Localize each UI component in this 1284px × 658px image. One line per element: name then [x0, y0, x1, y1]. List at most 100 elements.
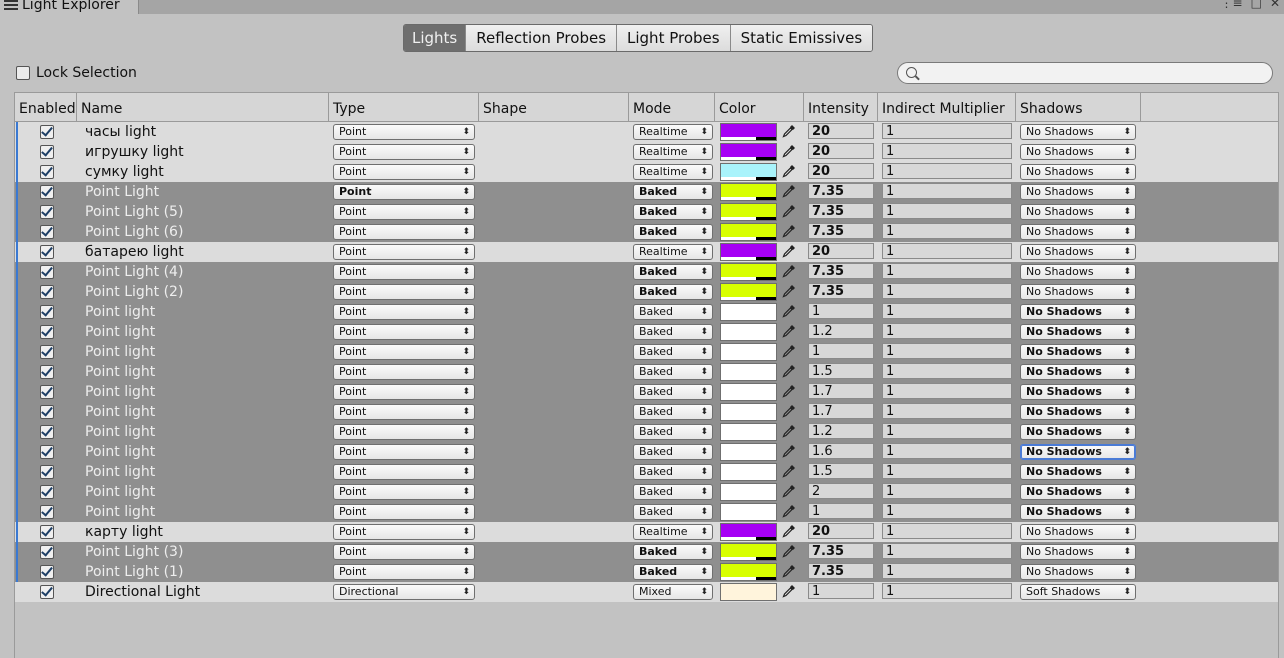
intensity-field[interactable]: 1.2 [808, 423, 874, 439]
color-swatch[interactable] [720, 503, 777, 521]
color-swatch[interactable] [720, 483, 777, 501]
table-row[interactable]: Point light Point Baked 1.7 1 No Shadows [15, 402, 1278, 422]
light-name[interactable]: Point light [85, 343, 155, 361]
table-row[interactable]: батарею light Point Realtime 20 1 No Shadows [15, 242, 1278, 262]
type-dropdown[interactable]: Point [333, 544, 475, 560]
search-input[interactable] [897, 62, 1273, 84]
color-swatch[interactable] [720, 203, 777, 221]
intensity-field[interactable]: 7.35 [808, 263, 874, 279]
eyedropper-icon[interactable] [781, 583, 797, 599]
mode-dropdown[interactable]: Mixed [633, 584, 713, 600]
table-row[interactable]: Point light Point Baked 11 No Shadows [15, 302, 1278, 322]
mode-dropdown[interactable]: Baked [633, 364, 713, 380]
shadows-dropdown[interactable]: No Shadows [1020, 264, 1136, 280]
mode-dropdown[interactable]: Baked [633, 464, 713, 480]
table-row[interactable]: Point light Point Baked 21 No Shadows [15, 482, 1278, 502]
table-row[interactable]: Point Light (1) Point Baked 7.35 1 No Shadows [15, 562, 1278, 582]
type-dropdown[interactable]: Point [333, 504, 475, 520]
table-row[interactable]: Point Light (3) Point Baked 7.35 1 No Shadows [15, 542, 1278, 562]
table-row[interactable]: Point Light (5) Point Baked 7.35 1 No Shadows [15, 202, 1278, 222]
shadows-dropdown[interactable]: No Shadows [1020, 444, 1136, 460]
type-dropdown[interactable]: Point [333, 124, 475, 140]
color-swatch[interactable] [720, 343, 777, 361]
shadows-dropdown[interactable]: No Shadows [1020, 524, 1136, 540]
column-shadows[interactable]: Shadows [1016, 93, 1141, 121]
light-name[interactable]: Point Light (1) [85, 563, 183, 581]
intensity-field[interactable]: 1.5 [808, 463, 874, 479]
indirect-multiplier-field[interactable]: 1 [882, 163, 1012, 179]
indirect-multiplier-field[interactable]: 1 [882, 143, 1012, 159]
eyedropper-icon[interactable] [781, 463, 797, 479]
light-name[interactable]: карту light [85, 523, 163, 541]
enabled-checkbox[interactable] [40, 445, 54, 459]
mode-dropdown[interactable]: Baked [633, 504, 713, 520]
type-dropdown[interactable]: Point [333, 384, 475, 400]
enabled-checkbox[interactable] [40, 565, 54, 579]
shadows-dropdown[interactable]: No Shadows [1020, 144, 1136, 160]
maximize-icon[interactable]: □ [1251, 0, 1262, 10]
color-swatch[interactable] [720, 403, 777, 421]
enabled-checkbox[interactable] [40, 185, 54, 199]
color-swatch[interactable] [720, 423, 777, 441]
color-swatch[interactable] [720, 463, 777, 481]
column-mode[interactable]: Mode [629, 93, 715, 121]
column-indirect-multiplier[interactable]: Indirect Multiplier [878, 93, 1016, 121]
shadows-dropdown[interactable]: No Shadows [1020, 504, 1136, 520]
light-name[interactable]: Point light [85, 383, 155, 401]
mode-dropdown[interactable]: Baked [633, 184, 713, 200]
enabled-checkbox[interactable] [40, 385, 54, 399]
intensity-field[interactable]: 7.35 [808, 223, 874, 239]
eyedropper-icon[interactable] [781, 503, 797, 519]
eyedropper-icon[interactable] [781, 323, 797, 339]
enabled-checkbox[interactable] [40, 245, 54, 259]
eyedropper-icon[interactable] [781, 423, 797, 439]
indirect-multiplier-field[interactable]: 1 [882, 323, 1012, 339]
intensity-field[interactable]: 1 [808, 503, 874, 519]
mode-dropdown[interactable]: Baked [633, 404, 713, 420]
intensity-field[interactable]: 7.35 [808, 183, 874, 199]
shadows-dropdown[interactable]: No Shadows [1020, 284, 1136, 300]
shadows-dropdown[interactable]: No Shadows [1020, 464, 1136, 480]
column-color[interactable]: Color [715, 93, 804, 121]
table-row[interactable]: Point Light Point Baked 7.35 1 No Shadows [15, 182, 1278, 202]
indirect-multiplier-field[interactable]: 1 [882, 183, 1012, 199]
table-row[interactable]: часы light Point Realtime 20 1 No Shadows [15, 122, 1278, 142]
mode-dropdown[interactable]: Realtime [633, 524, 713, 540]
light-name[interactable]: Point light [85, 363, 155, 381]
color-swatch[interactable] [720, 263, 777, 281]
indirect-multiplier-field[interactable]: 1 [882, 203, 1012, 219]
type-dropdown[interactable]: Point [333, 204, 475, 220]
type-dropdown[interactable]: Point [333, 224, 475, 240]
eyedropper-icon[interactable] [781, 283, 797, 299]
enabled-checkbox[interactable] [40, 325, 54, 339]
indirect-multiplier-field[interactable]: 1 [882, 363, 1012, 379]
shadows-dropdown[interactable]: No Shadows [1020, 164, 1136, 180]
table-row[interactable]: Point light Point Baked 11 No Shadows [15, 342, 1278, 362]
light-name[interactable]: Directional Light [85, 583, 200, 601]
light-name[interactable]: Point Light (4) [85, 263, 183, 281]
tab-static-emissives[interactable]: Static Emissives [730, 25, 873, 51]
mode-dropdown[interactable]: Baked [633, 344, 713, 360]
table-row[interactable]: Point Light (2) Point Baked 7.35 1 No Shadows [15, 282, 1278, 302]
indirect-multiplier-field[interactable]: 1 [882, 583, 1012, 599]
eyedropper-icon[interactable] [781, 303, 797, 319]
enabled-checkbox[interactable] [40, 425, 54, 439]
light-name[interactable]: Point Light (3) [85, 543, 183, 561]
tab-light-probes[interactable]: Light Probes [617, 25, 731, 51]
indirect-multiplier-field[interactable]: 1 [882, 503, 1012, 519]
type-dropdown[interactable]: Point [333, 404, 475, 420]
mode-dropdown[interactable]: Baked [633, 384, 713, 400]
eyedropper-icon[interactable] [781, 123, 797, 139]
indirect-multiplier-field[interactable]: 1 [882, 303, 1012, 319]
intensity-field[interactable]: 1.6 [808, 443, 874, 459]
mode-dropdown[interactable]: Baked [633, 204, 713, 220]
enabled-checkbox[interactable] [40, 265, 54, 279]
mode-dropdown[interactable]: Realtime [633, 164, 713, 180]
table-row[interactable]: Point light Point Baked 1.2 1 No Shadows [15, 322, 1278, 342]
enabled-checkbox[interactable] [40, 405, 54, 419]
light-name[interactable]: Point light [85, 503, 155, 521]
color-swatch[interactable] [720, 363, 777, 381]
shadows-dropdown[interactable]: No Shadows [1020, 124, 1136, 140]
enabled-checkbox[interactable] [40, 305, 54, 319]
intensity-field[interactable]: 1.7 [808, 403, 874, 419]
